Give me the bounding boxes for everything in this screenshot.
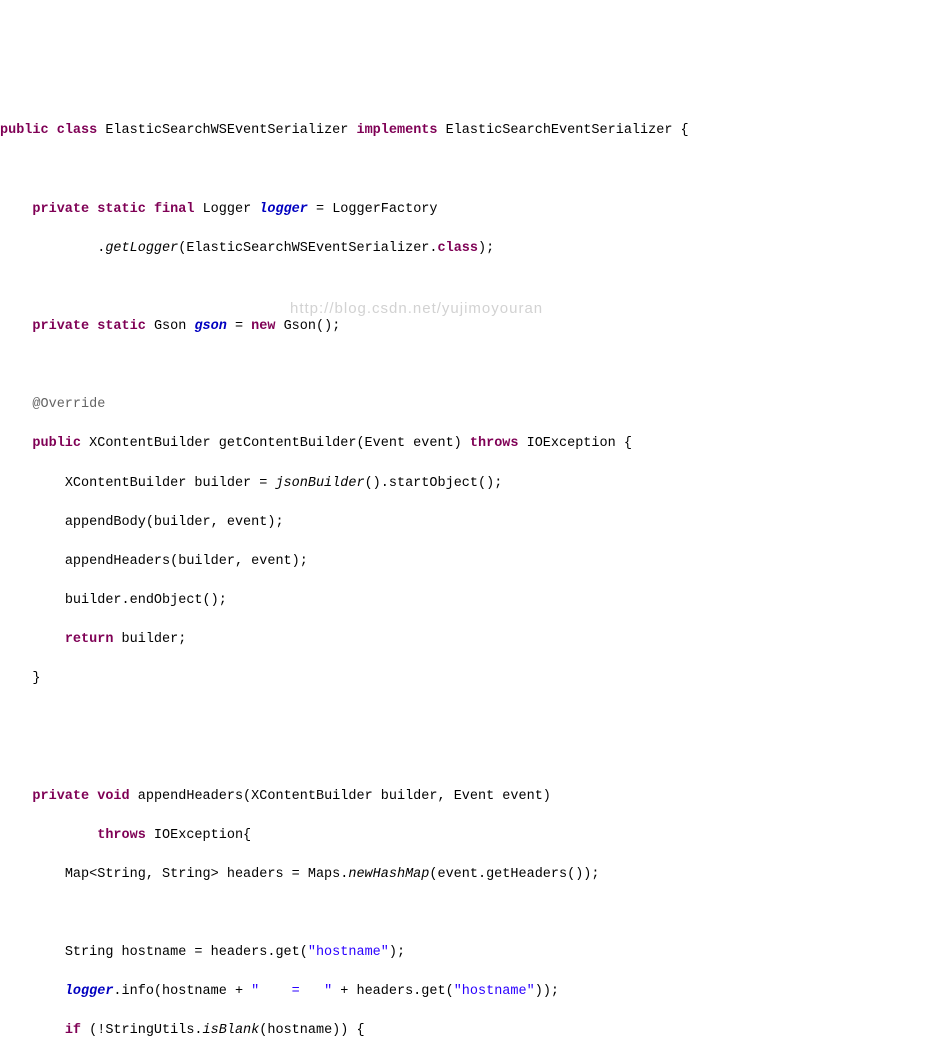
indent-dot: . <box>0 241 105 256</box>
code-line-blank <box>0 747 934 767</box>
code-line-blank <box>0 161 934 181</box>
method-sig: XContentBuilder getContentBuilder(Event … <box>81 436 470 451</box>
str-hostname: "hostname" <box>454 984 535 999</box>
kw-final: final <box>154 202 195 217</box>
kw-throws: throws <box>470 436 519 451</box>
rest: (hostname)) { <box>259 1023 364 1038</box>
rest: ); <box>478 241 494 256</box>
code-line-blank <box>0 278 934 298</box>
code-line-10: appendBody(builder, event); <box>0 513 934 533</box>
call-isblank: isBlank <box>203 1023 260 1038</box>
code-line-11: appendHeaders(builder, event); <box>0 552 934 572</box>
code-line-14: } <box>0 669 934 689</box>
code-line-21: String hostname = headers.get("hostname"… <box>0 943 934 963</box>
kw-class: class <box>438 241 479 256</box>
field-logger: logger <box>259 202 308 217</box>
method-sig: appendHeaders(XContentBuilder builder, E… <box>130 789 551 804</box>
var-decl: String hostname = headers.get( <box>65 945 308 960</box>
code-line-7: @Override <box>0 395 934 415</box>
code-line-12: builder.endObject(); <box>0 591 934 611</box>
kw-new: new <box>251 319 275 334</box>
code-line-2: private static final Logger logger = Log… <box>0 200 934 220</box>
kw-if: if <box>65 1023 81 1038</box>
kw-public: public <box>32 436 81 451</box>
code-line-blank <box>0 356 934 376</box>
class-name: ElasticSearchWSEventSerializer <box>97 123 356 138</box>
rest: Gson(); <box>275 319 340 334</box>
kw-public: public <box>0 123 49 138</box>
mid: .info(hostname + <box>113 984 251 999</box>
rest: )); <box>535 984 559 999</box>
str-eq: " = " <box>251 984 332 999</box>
field-logger: logger <box>65 984 114 999</box>
kw-throws: throws <box>97 828 146 843</box>
var-decl: Map<String, String> headers = Maps. <box>65 867 349 882</box>
exc: IOException{ <box>146 828 251 843</box>
stmt: builder.endObject(); <box>65 593 227 608</box>
kw-static: static <box>97 319 146 334</box>
call-getlogger: getLogger <box>105 241 178 256</box>
kw-static: static <box>97 202 146 217</box>
var-decl: XContentBuilder builder = <box>65 476 276 491</box>
code-line-22: logger.info(hostname + " = " + headers.g… <box>0 982 934 1002</box>
eq: = <box>227 319 251 334</box>
rest: ); <box>389 945 405 960</box>
code-line-23: if (!StringUtils.isBlank(hostname)) { <box>0 1021 934 1041</box>
kw-private: private <box>32 319 89 334</box>
rest: (event.getHeaders()); <box>429 867 599 882</box>
rest: (ElasticSearchWSEventSerializer. <box>178 241 437 256</box>
code-line-3: .getLogger(ElasticSearchWSEventSerialize… <box>0 239 934 259</box>
code-line-13: return builder; <box>0 630 934 650</box>
mid: + headers.get( <box>332 984 454 999</box>
type-gson: Gson <box>146 319 195 334</box>
stmt: appendBody(builder, event); <box>65 515 284 530</box>
call-jsonbuilder: jsonBuilder <box>275 476 364 491</box>
kw-private: private <box>32 789 89 804</box>
str-hostname: "hostname" <box>308 945 389 960</box>
brace: } <box>32 671 40 686</box>
code-line-8: public XContentBuilder getContentBuilder… <box>0 434 934 454</box>
kw-return: return <box>65 632 114 647</box>
code-line-19: Map<String, String> headers = Maps.newHa… <box>0 865 934 885</box>
rest: ().startObject(); <box>365 476 503 491</box>
rest: builder; <box>113 632 186 647</box>
field-gson: gson <box>194 319 226 334</box>
code-line-9: XContentBuilder builder = jsonBuilder().… <box>0 474 934 494</box>
rest: = LoggerFactory <box>308 202 438 217</box>
annotation-override: @Override <box>32 397 105 412</box>
exc: IOException { <box>519 436 632 451</box>
pre: (!StringUtils. <box>81 1023 203 1038</box>
stmt: appendHeaders(builder, event); <box>65 554 308 569</box>
interface-name: ElasticSearchEventSerializer { <box>438 123 689 138</box>
kw-class: class <box>57 123 98 138</box>
code-line-18: throws IOException{ <box>0 826 934 846</box>
type-logger: Logger <box>194 202 259 217</box>
call-newhashmap: newHashMap <box>348 867 429 882</box>
code-line-5: private static Gson gson = new Gson(); <box>0 317 934 337</box>
code-line-17: private void appendHeaders(XContentBuild… <box>0 787 934 807</box>
kw-void: void <box>97 789 129 804</box>
kw-implements: implements <box>356 123 437 138</box>
code-line-0: public class ElasticSearchWSEventSeriali… <box>0 121 934 141</box>
kw-private: private <box>32 202 89 217</box>
code-line-blank <box>0 708 934 728</box>
code-line-blank <box>0 904 934 924</box>
